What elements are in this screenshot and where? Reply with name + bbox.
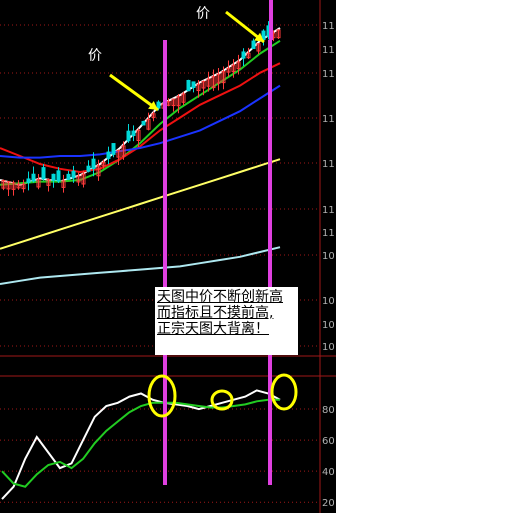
chart-background (0, 0, 336, 513)
candle-body (131, 130, 136, 137)
divergence-note: 天图中价不断创新高 而指标且不摸前高, 正宗天图大背离！ (155, 287, 298, 355)
candle-body (156, 101, 161, 109)
candle-body (56, 170, 61, 182)
note-line-1: 天图中价不断创新高 (157, 289, 283, 305)
indicator-tick-label: 40 (322, 467, 335, 478)
price-tick-label: 11 (322, 69, 335, 80)
candle-body (66, 173, 71, 180)
price-tick-label: 11 (322, 21, 335, 32)
price-tick-label: 11 (322, 205, 335, 216)
candle-body (26, 178, 31, 184)
candle-body (186, 79, 191, 92)
price-tick-label: 11 (322, 228, 335, 239)
candle-body (261, 30, 266, 41)
candle-body (91, 158, 96, 169)
price-tick-label: 10 (322, 342, 335, 353)
stock-chart: 11 11 11 11 11 11 11 10 10 10 10 80 60 40 20 价 价 (0, 0, 336, 513)
candle-body (106, 151, 111, 159)
candle-body (111, 143, 116, 155)
indicator-tick-label: 60 (322, 436, 335, 447)
price-tick-label: 11 (322, 114, 335, 125)
candle-body (51, 173, 56, 181)
price-tick-label: 10 (322, 296, 335, 307)
candle-body (41, 167, 46, 180)
candle-body (71, 170, 76, 179)
note-line-2: 而指标且不摸前高, (157, 305, 274, 321)
price-tick-label: 11 (322, 159, 335, 170)
candle-body (191, 81, 196, 89)
candle-body (31, 173, 36, 182)
indicator-tick-label: 80 (322, 405, 335, 416)
candle-body (241, 51, 246, 59)
price-label-1: 价 (88, 48, 102, 64)
price-label-2: 价 (196, 6, 210, 22)
price-tick-label: 10 (322, 251, 335, 262)
price-tick-label: 10 (322, 320, 335, 331)
price-tick-label: 11 (322, 45, 335, 56)
candle-body (86, 165, 91, 172)
note-line-3: 正宗天图大背离！ (157, 321, 269, 337)
candle-body (251, 40, 256, 49)
indicator-tick-label: 20 (322, 498, 335, 509)
candle-body (126, 130, 131, 142)
candle-body (141, 120, 146, 126)
